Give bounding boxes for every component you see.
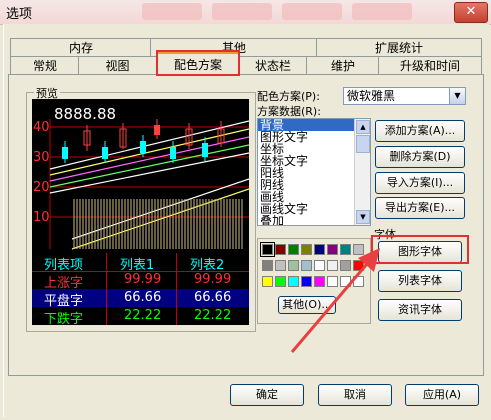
blurred-titlebar-button [352,3,412,20]
scroll-thumb[interactable] [356,135,370,153]
scroll-down-icon[interactable]: ▼ [356,210,370,224]
table-row-selected: 平盘字 66.66 66.66 [32,289,249,309]
preview-canvas: 8888.88 40 30 20 10 列表项 列表1 列表2 上涨字 99.9… [32,99,249,325]
color-swatch[interactable] [260,242,275,257]
scheme-data-label: 方案数据(R): [257,105,321,118]
scheme-data-list[interactable]: 背景 图形文字 坐标 坐标文字 阳线 阴线 画线 画线文字 叠加 ▲ ▼ [257,118,371,226]
table-divider [176,253,177,325]
add-scheme-button[interactable]: 添加方案(A)... [375,120,465,142]
scheme-label: 配色方案(P): [257,90,320,103]
scroll-up-icon[interactable]: ▲ [356,120,370,134]
export-scheme-button[interactable]: 导出方案(E)... [375,197,465,219]
volume-bars [73,199,243,249]
scheme-select[interactable]: 微软雅黑 ▼ [343,87,466,105]
title-bar: 选项 ✕ [0,0,491,25]
cancel-button[interactable]: 取消 [318,384,392,406]
tab-status-bar[interactable]: 状态栏 [238,56,308,75]
annotation-arrow [290,248,380,353]
axis-label: 20 [33,180,50,195]
table-row: 上涨字 99.99 99.99 [32,271,249,291]
color-swatch[interactable] [262,276,273,287]
blurred-titlebar-button [282,3,342,20]
list-font-button[interactable]: 列表字体 [378,270,462,292]
price-label: 8888.88 [54,105,117,123]
import-scheme-button[interactable]: 导入方案(I)... [375,172,465,194]
tab-extended-stats[interactable]: 扩展统计 [316,38,482,57]
tab-upgrade-time[interactable]: 升级和时间 [378,56,482,75]
list-scrollbar[interactable]: ▲ ▼ [354,119,370,225]
delete-scheme-button[interactable]: 删除方案(D) [375,146,465,168]
blurred-titlebar-button [142,3,202,20]
axis-label: 40 [33,120,50,135]
highlight-box-tab [156,50,240,76]
axis-label: 30 [33,150,50,165]
color-swatch[interactable] [262,260,273,271]
tab-general[interactable]: 常规 [10,56,80,75]
info-font-button[interactable]: 资讯字体 [378,299,462,321]
preview-list-table: 列表项 列表1 列表2 上涨字 99.99 99.99 平盘字 66.66 66… [32,251,249,325]
close-button[interactable]: ✕ [454,2,488,23]
ok-button[interactable]: 确定 [230,384,304,406]
chevron-down-icon[interactable]: ▼ [449,88,465,104]
tab-memory[interactable]: 内存 [10,38,152,57]
table-row: 下跌字 22.22 22.22 [44,308,232,325]
blurred-titlebar-button [212,3,272,20]
table-header-row: 列表项 列表1 列表2 [32,253,249,273]
table-divider [106,253,107,325]
window-title: 选项 [6,7,33,22]
apply-button[interactable]: 应用(A) [405,384,479,406]
axis-label: 10 [33,210,50,225]
close-icon: ✕ [465,4,477,19]
tab-maintenance[interactable]: 维护 [306,56,380,75]
tab-view[interactable]: 视图 [78,56,157,75]
